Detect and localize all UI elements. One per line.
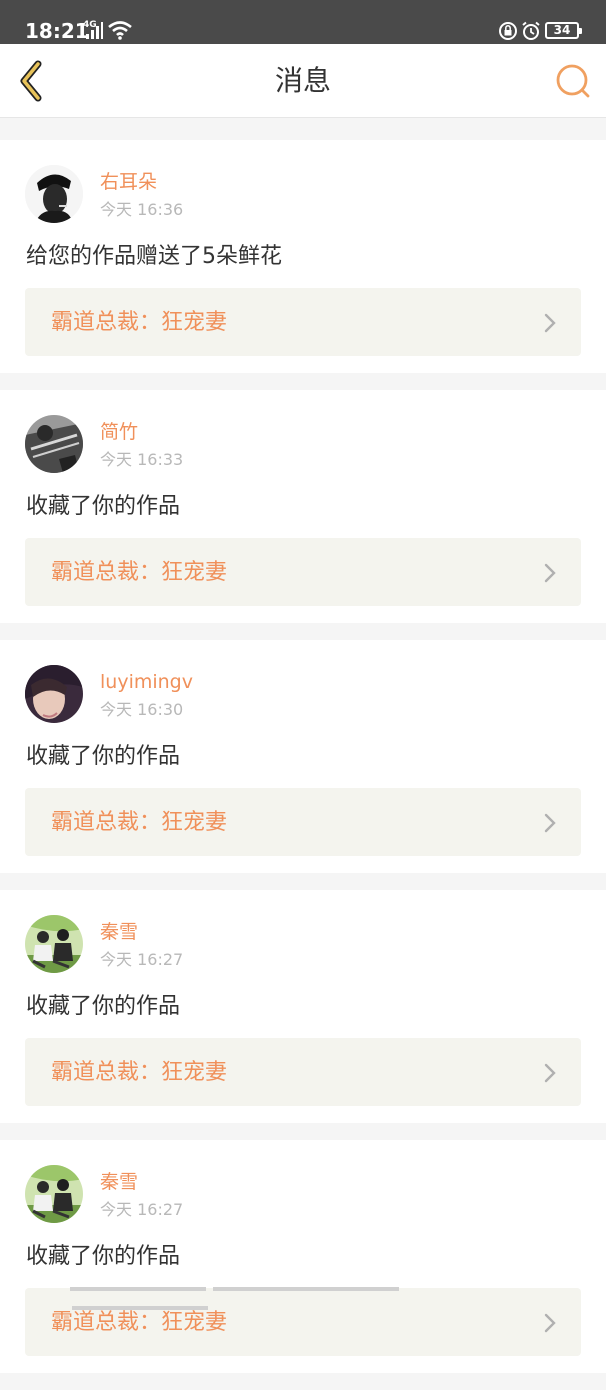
status-bar: 18:21 4G 34	[0, 0, 606, 44]
work-link[interactable]: 霸道总裁：狂宠妻	[25, 788, 581, 856]
nav-bar: 消息	[0, 44, 606, 118]
battery-icon: 34	[545, 22, 579, 39]
signal-icon	[83, 22, 103, 40]
username[interactable]: luyimingv	[100, 670, 193, 694]
username[interactable]: 简竹	[100, 420, 138, 444]
avatar[interactable]	[25, 915, 83, 973]
message-text: 收藏了你的作品	[26, 742, 180, 772]
lock-rotation-icon	[498, 21, 518, 41]
timestamp: 今天 16:33	[100, 450, 183, 470]
alarm-icon	[521, 21, 541, 41]
avatar[interactable]	[25, 415, 83, 473]
work-title: 霸道总裁：狂宠妻	[51, 308, 227, 338]
status-time: 18:21	[25, 19, 89, 43]
home-indicator	[70, 1276, 536, 1280]
avatar[interactable]	[25, 1165, 83, 1223]
timestamp: 今天 16:27	[100, 1200, 183, 1220]
message-text: 收藏了你的作品	[26, 1242, 180, 1272]
status-right-icons: 34	[498, 20, 582, 42]
page-title: 消息	[0, 64, 606, 98]
work-link[interactable]: 霸道总裁：狂宠妻	[25, 1038, 581, 1106]
work-title: 霸道总裁：狂宠妻	[51, 1308, 227, 1338]
username[interactable]: 秦雪	[100, 1170, 138, 1194]
chevron-right-icon	[543, 312, 557, 334]
chevron-right-icon	[543, 562, 557, 584]
search-button[interactable]	[554, 62, 592, 100]
username[interactable]: 右耳朵	[100, 170, 157, 194]
work-title: 霸道总裁：狂宠妻	[51, 558, 227, 588]
message-list: 右耳朵 今天 16:36 给您的作品赠送了5朵鲜花 霸道总裁：狂宠妻 简竹 今天…	[0, 140, 606, 1390]
timestamp: 今天 16:27	[100, 950, 183, 970]
chevron-right-icon	[543, 1312, 557, 1334]
avatar[interactable]	[25, 165, 83, 223]
wifi-icon	[107, 20, 133, 40]
username[interactable]: 秦雪	[100, 920, 138, 944]
chevron-right-icon	[543, 812, 557, 834]
message-card: 秦雪 今天 16:27 收藏了你的作品 霸道总裁：狂宠妻	[0, 890, 606, 1123]
message-text: 收藏了你的作品	[26, 492, 180, 522]
work-link[interactable]: 霸道总裁：狂宠妻	[25, 538, 581, 606]
message-card: 右耳朵 今天 16:36 给您的作品赠送了5朵鲜花 霸道总裁：狂宠妻	[0, 140, 606, 373]
message-card: 秦雪 今天 16:27 收藏了你的作品 霸道总裁：狂宠妻	[0, 1140, 606, 1373]
avatar[interactable]	[25, 665, 83, 723]
work-link[interactable]: 霸道总裁：狂宠妻	[25, 288, 581, 356]
message-text: 给您的作品赠送了5朵鲜花	[26, 242, 282, 272]
work-title: 霸道总裁：狂宠妻	[51, 1058, 227, 1088]
message-card: 简竹 今天 16:33 收藏了你的作品 霸道总裁：狂宠妻	[0, 390, 606, 623]
message-text: 收藏了你的作品	[26, 992, 180, 1022]
timestamp: 今天 16:36	[100, 200, 183, 220]
message-card: luyimingv 今天 16:30 收藏了你的作品 霸道总裁：狂宠妻	[0, 640, 606, 873]
work-title: 霸道总裁：狂宠妻	[51, 808, 227, 838]
timestamp: 今天 16:30	[100, 700, 183, 720]
chevron-right-icon	[543, 1062, 557, 1084]
